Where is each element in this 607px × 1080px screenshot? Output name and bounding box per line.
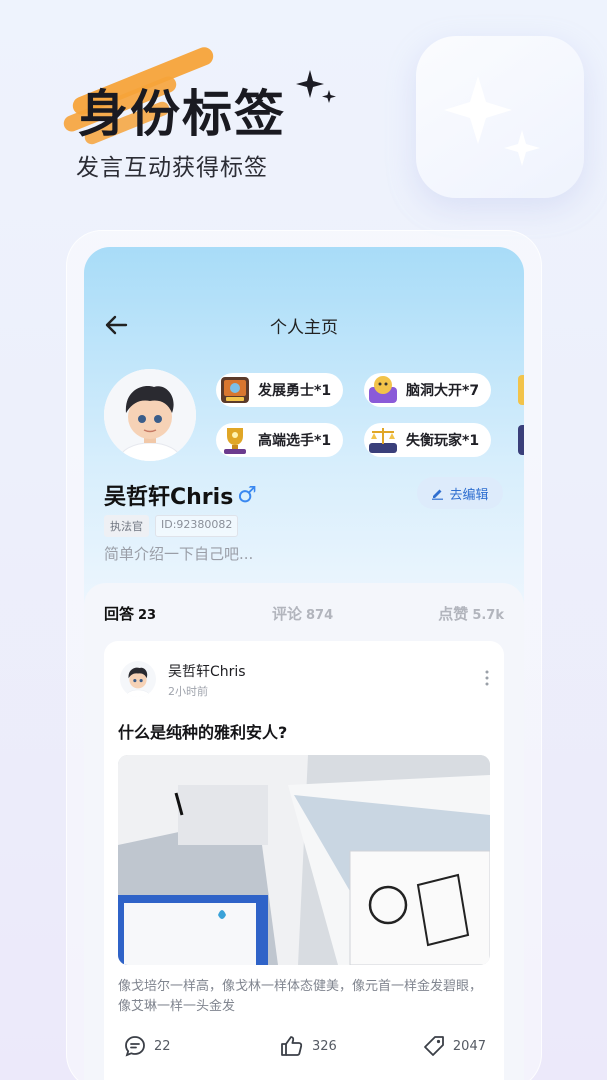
badge-label: 失衡玩家*1 (406, 433, 480, 449)
profile-screen: 个人主页 发展勇士*1 脑洞大开*7 高端选手*1 失衡玩家*1 吴哲轩Chri… (84, 247, 524, 1080)
badge-label: 脑洞大开*7 (406, 383, 480, 399)
warrior-badge-icon (221, 377, 249, 403)
tab-answers[interactable]: 回答 23 (104, 603, 156, 624)
pencil-icon (432, 489, 444, 500)
post-time: 2小时前 (168, 685, 208, 698)
tag-icon (424, 1036, 444, 1056)
edit-label: 去编辑 (449, 487, 489, 503)
badge-chip[interactable]: 发展勇士*1 (216, 373, 344, 407)
bio-text[interactable]: 简单介绍一下自己吧... (104, 543, 253, 564)
thumbs-up-icon (281, 1036, 303, 1056)
tab-count: 5.7k (472, 608, 504, 623)
tab-label: 回答 (104, 605, 135, 623)
tag-count: 2047 (452, 1038, 486, 1054)
badge-chip[interactable]: 失衡玩家*1 (364, 423, 492, 457)
more-options-icon[interactable] (484, 669, 490, 687)
avatar[interactable] (104, 369, 196, 461)
scale-badge-icon (369, 428, 397, 453)
answer-text[interactable]: 像戈培尔一样高，像戈林一样体态健美，像元首一样金发碧眼，像艾琳一样一头金发 (118, 977, 490, 1017)
tab-count: 23 (138, 608, 157, 623)
sparkle-icon (444, 76, 540, 166)
badge-chip[interactable]: 脑洞大开*7 (364, 373, 492, 407)
activity-tabs: 回答 23 评论 874 点赞 5.7k (104, 603, 504, 627)
promo-title-block: 身份标签 (60, 44, 320, 152)
tab-likes[interactable]: 点赞 5.7k (438, 603, 504, 624)
top-nav: 个人主页 (84, 305, 524, 345)
tab-label: 评论 (272, 605, 303, 623)
user-avatar-icon (120, 661, 156, 697)
post-author[interactable]: 吴哲轩Chris (168, 661, 246, 681)
username: 吴哲轩Chris ♂ (104, 479, 257, 511)
post-actions: 22 326 2047 (104, 1035, 504, 1061)
badge-chip[interactable]: 高端选手*1 (216, 423, 344, 457)
edit-profile-button[interactable]: 去编辑 (417, 477, 503, 509)
role-tag: 执法官 (104, 515, 149, 537)
decorative-glass-card (416, 36, 584, 198)
like-count: 326 (312, 1038, 337, 1054)
gender-male-icon: ♂ (237, 482, 258, 508)
content-panel: 回答 23 评论 874 点赞 5.7k 吴哲轩Chris 2小时前 什么是纯种… (84, 583, 524, 1080)
comment-button[interactable]: 22 (124, 1035, 171, 1057)
profile-tags: 执法官 ID:92380082 (104, 515, 239, 537)
tab-count: 874 (306, 608, 334, 623)
brainstorm-badge-icon (369, 376, 397, 403)
user-id-tag: ID:92380082 (155, 515, 239, 537)
badge-label: 高端选手*1 (258, 433, 332, 449)
trophy-badge-icon (224, 428, 246, 454)
tab-label: 点赞 (438, 605, 469, 623)
answer-card[interactable]: 吴哲轩Chris 2小时前 什么是纯种的雅利安人? 像戈培尔一样高，像戈林一样体… (104, 641, 504, 1080)
question-title[interactable]: 什么是纯种的雅利安人? (118, 719, 287, 743)
tag-button[interactable]: 2047 (423, 1035, 486, 1057)
badge-overflow (518, 425, 524, 455)
like-button[interactable]: 326 (280, 1035, 337, 1057)
promo-title: 身份标签 (78, 85, 286, 143)
username-text: 吴哲轩Chris (104, 485, 234, 510)
user-avatar-icon (104, 369, 196, 461)
promo-subtitle: 发言互动获得标签 (76, 155, 268, 181)
page-title: 个人主页 (270, 318, 338, 338)
comment-icon (125, 1036, 145, 1057)
badge-overflow (518, 375, 524, 405)
comment-count: 22 (154, 1038, 171, 1054)
answer-image[interactable] (118, 755, 490, 965)
sketchbook-photo (118, 755, 490, 965)
badge-label: 发展勇士*1 (258, 383, 332, 399)
sparkle-icon (296, 70, 336, 103)
tab-comments[interactable]: 评论 874 (272, 603, 333, 624)
post-avatar[interactable] (120, 661, 156, 697)
